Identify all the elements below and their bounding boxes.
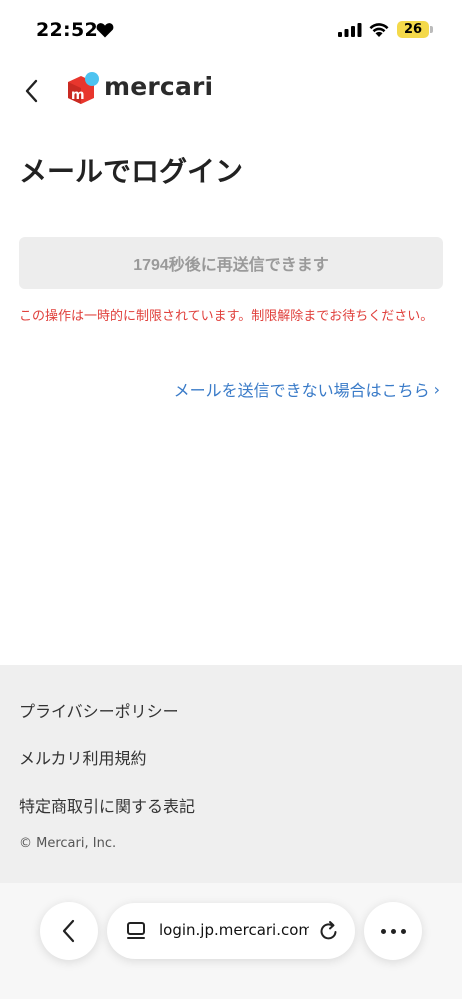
chevron-right-icon: › (433, 379, 440, 399)
heart-icon (96, 23, 114, 38)
tabs-icon[interactable] (125, 920, 147, 942)
status-time: 22:52 (36, 19, 98, 41)
cellular-signal-icon (338, 23, 362, 37)
browser-back-button[interactable] (40, 902, 98, 960)
chevron-left-icon (62, 919, 75, 943)
mercari-logo-icon: m (68, 72, 99, 104)
more-icon (380, 928, 406, 934)
page-title: メールでログイン (19, 155, 244, 188)
address-bar[interactable]: login.jp.mercari.com (107, 903, 355, 959)
footer: プライバシーポリシー メルカリ利用規約 特定商取引に関する表記 © Mercar… (0, 665, 462, 883)
more-button[interactable] (364, 902, 422, 960)
reload-icon[interactable] (317, 919, 341, 943)
commercial-transactions-link[interactable]: 特定商取引に関する表記 (19, 793, 195, 817)
privacy-policy-link[interactable]: プライバシーポリシー (19, 698, 179, 722)
terms-of-service-link[interactable]: メルカリ利用規約 (19, 745, 147, 769)
status-bar: 22:52 26 (0, 0, 462, 62)
battery-indicator: 26 (397, 21, 429, 38)
url-text: login.jp.mercari.com (159, 921, 309, 939)
back-button[interactable] (18, 76, 46, 106)
resend-button[interactable]: 1794秒後に再送信できます (19, 237, 443, 289)
help-link-label: メールを送信できない場合はこちら (173, 381, 430, 400)
error-message: この操作は一時的に制限されています。制限解除までお待ちください。 (19, 309, 434, 324)
svg-text:m: m (71, 88, 85, 103)
chevron-left-icon (25, 79, 38, 103)
mercari-wordmark: mercari (104, 72, 214, 101)
wifi-icon (369, 23, 389, 37)
battery-cap (430, 26, 433, 33)
copyright: © Mercari, Inc. (19, 836, 117, 851)
cannot-send-email-link[interactable]: メールを送信できない場合はこちら › (174, 377, 440, 401)
